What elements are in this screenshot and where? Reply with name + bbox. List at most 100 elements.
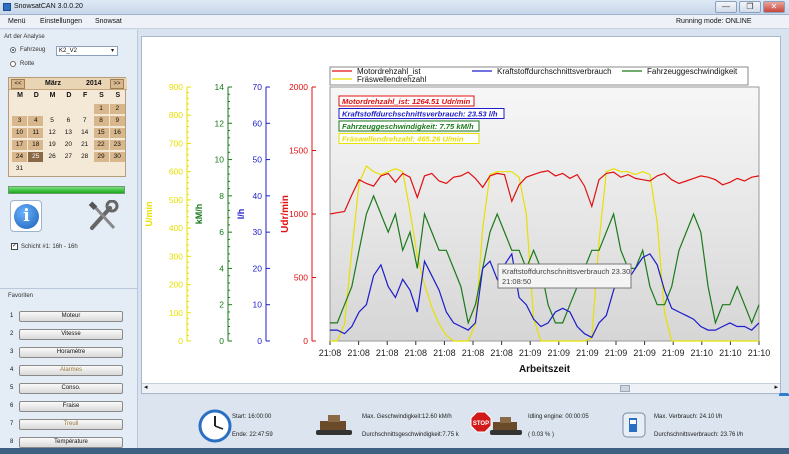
scroll-right-icon[interactable]: ▸ bbox=[774, 383, 778, 391]
window-title: SnowsatCAN 3.0.0.20 bbox=[14, 3, 83, 10]
menu-item-snowsat[interactable]: Snowsat bbox=[95, 18, 122, 25]
calendar-day[interactable]: 17 bbox=[12, 140, 27, 150]
x-axis-title: Arbeitszeit bbox=[519, 364, 571, 375]
radio-rotte-label: Rotte bbox=[20, 61, 35, 67]
calendar-day[interactable]: 9 bbox=[109, 116, 125, 126]
calendar-day[interactable]: 19 bbox=[45, 140, 60, 150]
avg-consumption: Durchschnittsverbrauch: 23.76 l/h bbox=[654, 432, 744, 438]
favorite-number: 6 bbox=[10, 403, 14, 409]
calendar-day[interactable]: 30 bbox=[109, 152, 125, 162]
chevron-down-icon: ▾ bbox=[110, 48, 114, 54]
app-icon bbox=[3, 3, 11, 11]
calendar-day[interactable]: 14 bbox=[77, 128, 92, 138]
calendar-day[interactable]: 7 bbox=[77, 116, 92, 126]
calendar-dow: S bbox=[99, 92, 104, 99]
calendar-day[interactable]: 21 bbox=[77, 140, 92, 150]
info-button[interactable]: i bbox=[10, 200, 42, 232]
calendar-day[interactable]: 2 bbox=[109, 104, 125, 114]
favorite-button-alarmes[interactable]: Alarmes bbox=[19, 365, 123, 376]
radio-rotte[interactable] bbox=[10, 61, 16, 67]
favorite-button-horamtre[interactable]: Horamètre bbox=[19, 347, 123, 358]
maximize-button[interactable]: ❐ bbox=[739, 1, 761, 13]
favorite-button-treuil[interactable]: Treuil bbox=[19, 419, 123, 430]
fuel-pump-icon bbox=[622, 412, 646, 438]
calendar-day[interactable]: 12 bbox=[45, 128, 60, 138]
axis-tick-label: 10 bbox=[215, 155, 225, 165]
axis-tick-label: 50 bbox=[253, 155, 263, 165]
calendar-dow: F bbox=[83, 92, 88, 99]
minimize-button[interactable]: — bbox=[715, 1, 737, 13]
axis-tick-label: 300 bbox=[169, 251, 183, 261]
favorites-panel: Favoriten 1 Moteur 2 Vitesse 3 Horamètre 4 Alar… bbox=[0, 288, 138, 454]
calendar-day[interactable]: 5 bbox=[45, 116, 60, 126]
legend-entry: Fahrzeuggeschwindigkeit bbox=[647, 67, 738, 76]
menu-item-einstellungen[interactable]: Einstellungen bbox=[40, 18, 82, 25]
calendar-day[interactable]: 28 bbox=[77, 152, 92, 162]
calendar-dow: D bbox=[66, 92, 72, 99]
axis-title: U/min bbox=[144, 201, 154, 226]
x-tick-label: 21:09 bbox=[576, 348, 599, 358]
axis-tick-label: 60 bbox=[253, 118, 263, 128]
favorite-button-conso[interactable]: Conso. bbox=[19, 383, 123, 394]
calendar-dow: M bbox=[49, 92, 56, 99]
tools-icon[interactable] bbox=[86, 200, 120, 234]
calendar-day[interactable]: 1 bbox=[93, 104, 109, 114]
calendar-day[interactable]: 26 bbox=[45, 152, 60, 162]
calendar-prev-button[interactable]: << bbox=[11, 79, 25, 89]
calendar-day[interactable]: 27 bbox=[61, 152, 76, 162]
calendar-month: März bbox=[45, 80, 61, 87]
calendar-day[interactable]: 22 bbox=[93, 140, 109, 150]
scroll-left-icon[interactable]: ◂ bbox=[144, 383, 148, 391]
calendar-day[interactable]: 31 bbox=[12, 164, 27, 174]
calendar-day[interactable]: 8 bbox=[93, 116, 109, 126]
calendar-day[interactable]: 23 bbox=[109, 140, 125, 150]
horizontal-scrollbar[interactable]: ◂ ▸ bbox=[142, 383, 780, 393]
calendar-day[interactable]: 20 bbox=[61, 140, 76, 150]
favorite-button-fraise[interactable]: Fraise bbox=[19, 401, 123, 412]
x-tick-label: 21:09 bbox=[662, 348, 685, 358]
x-tick-label: 21:08 bbox=[462, 348, 485, 358]
axis-tick-label: 40 bbox=[253, 191, 263, 201]
axis-tick-label: 0 bbox=[178, 336, 183, 346]
max-speed: Max. Geschwindigkeit:12.60 kM/h bbox=[362, 414, 452, 420]
favorite-button-temprature[interactable]: Température bbox=[19, 437, 123, 448]
stop-icon-label: STOP bbox=[473, 421, 489, 427]
calendar-day[interactable]: 10 bbox=[12, 128, 27, 138]
favorite-number: 4 bbox=[10, 367, 14, 373]
calendar-day[interactable]: 3 bbox=[12, 116, 27, 126]
calendar-day[interactable]: 16 bbox=[109, 128, 125, 138]
axis-tick-label: 500 bbox=[169, 195, 183, 205]
calendar-day[interactable]: 15 bbox=[93, 128, 109, 138]
calendar-day[interactable]: 24 bbox=[12, 152, 27, 162]
favorite-button-moteur[interactable]: Moteur bbox=[19, 311, 123, 322]
axis-tick-label: 600 bbox=[169, 167, 183, 177]
chart: 0100200300400500600700800900U/min0246810… bbox=[144, 66, 770, 375]
scroll-thumb[interactable] bbox=[620, 385, 630, 392]
axis-tick-label: 500 bbox=[294, 273, 308, 283]
menu-item-menu[interactable]: Menü bbox=[8, 18, 26, 25]
favorite-number: 7 bbox=[10, 421, 14, 427]
radio-fahrzeug[interactable] bbox=[10, 47, 16, 53]
calendar-day[interactable]: 13 bbox=[61, 128, 76, 138]
axis-tick-label: 0 bbox=[257, 336, 262, 346]
calendar-day[interactable]: 11 bbox=[28, 128, 44, 138]
snowcat-icon bbox=[316, 415, 352, 435]
close-button[interactable]: ✕ bbox=[763, 1, 785, 13]
clock-icon bbox=[198, 409, 232, 443]
x-tick-label: 21:09 bbox=[548, 348, 571, 358]
calendar-day[interactable]: 4 bbox=[28, 116, 44, 126]
axis-tick-label: 20 bbox=[253, 263, 263, 273]
favorite-button-vitesse[interactable]: Vitesse bbox=[19, 329, 123, 340]
calendar-day[interactable]: 29 bbox=[93, 152, 109, 162]
calendar-day[interactable]: 18 bbox=[28, 140, 44, 150]
calendar-day[interactable]: 6 bbox=[61, 116, 76, 126]
calendar-day[interactable]: 25 bbox=[28, 152, 44, 162]
vehicle-select[interactable]: K2_V2 ▾ bbox=[56, 46, 118, 56]
axis-tick-label: 400 bbox=[169, 223, 183, 233]
favorite-number: 1 bbox=[10, 313, 14, 319]
menu-bar: Menü Einstellungen Snowsat Running mode:… bbox=[0, 15, 789, 29]
favorite-number: 8 bbox=[10, 439, 14, 445]
shift-checkbox[interactable]: ✓ bbox=[11, 243, 18, 250]
max-consumption: Max. Verbrauch: 24.10 l/h bbox=[654, 414, 723, 420]
calendar-next-button[interactable]: >> bbox=[110, 79, 124, 89]
